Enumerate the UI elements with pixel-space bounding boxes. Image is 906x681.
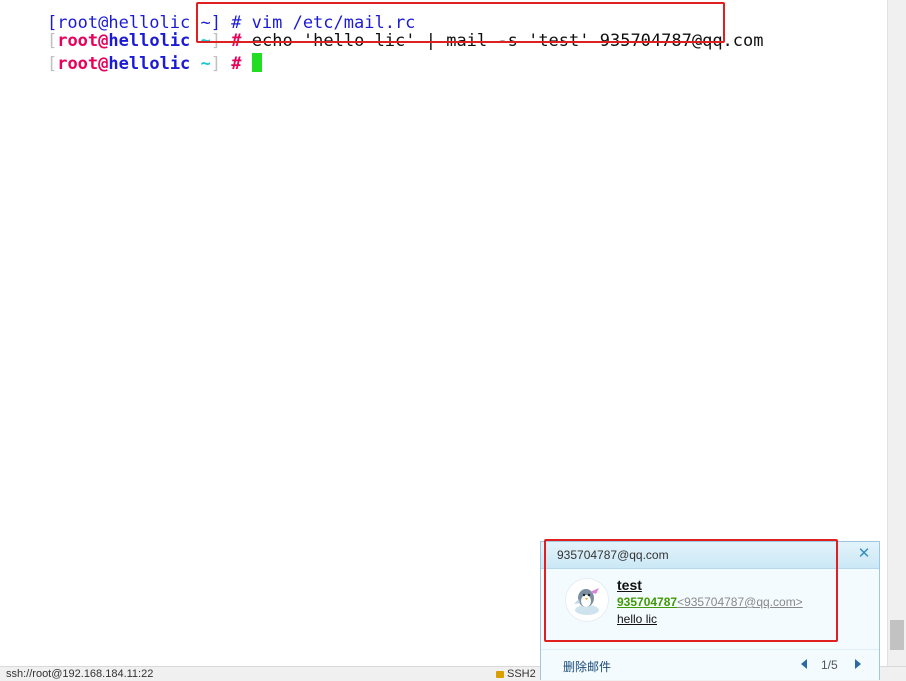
pager-prev-icon[interactable] xyxy=(801,659,807,669)
notification-footer: 删除邮件 1/5 xyxy=(541,649,879,680)
close-icon[interactable]: ✕ xyxy=(855,545,873,563)
lock-icon xyxy=(496,671,504,678)
connection-string: ssh://root@192.168.184.11:22 xyxy=(6,668,154,680)
pager-count: 1/5 xyxy=(821,658,838,672)
prompt-hash: # xyxy=(221,54,252,74)
terminal-cursor xyxy=(251,53,262,72)
notification-highlight-box xyxy=(544,539,838,642)
prompt-user: root xyxy=(57,54,99,74)
prompt-open-bracket: [ xyxy=(46,54,58,74)
protocol-label: SSH2 xyxy=(507,668,536,680)
prompt-host: hellolic xyxy=(108,54,191,74)
prompt-at: @ xyxy=(98,54,109,74)
pager-next-icon[interactable] xyxy=(855,659,861,669)
delete-mail-button[interactable]: 删除邮件 xyxy=(563,658,611,675)
terminal-scrollbar[interactable] xyxy=(887,0,906,666)
prompt-tilde: ~ xyxy=(190,54,211,74)
prompt-close-bracket: ] xyxy=(210,54,222,74)
command-highlight-box xyxy=(196,2,725,43)
protocol-indicator: SSH2 xyxy=(496,668,536,680)
scrollbar-thumb[interactable] xyxy=(890,620,904,650)
